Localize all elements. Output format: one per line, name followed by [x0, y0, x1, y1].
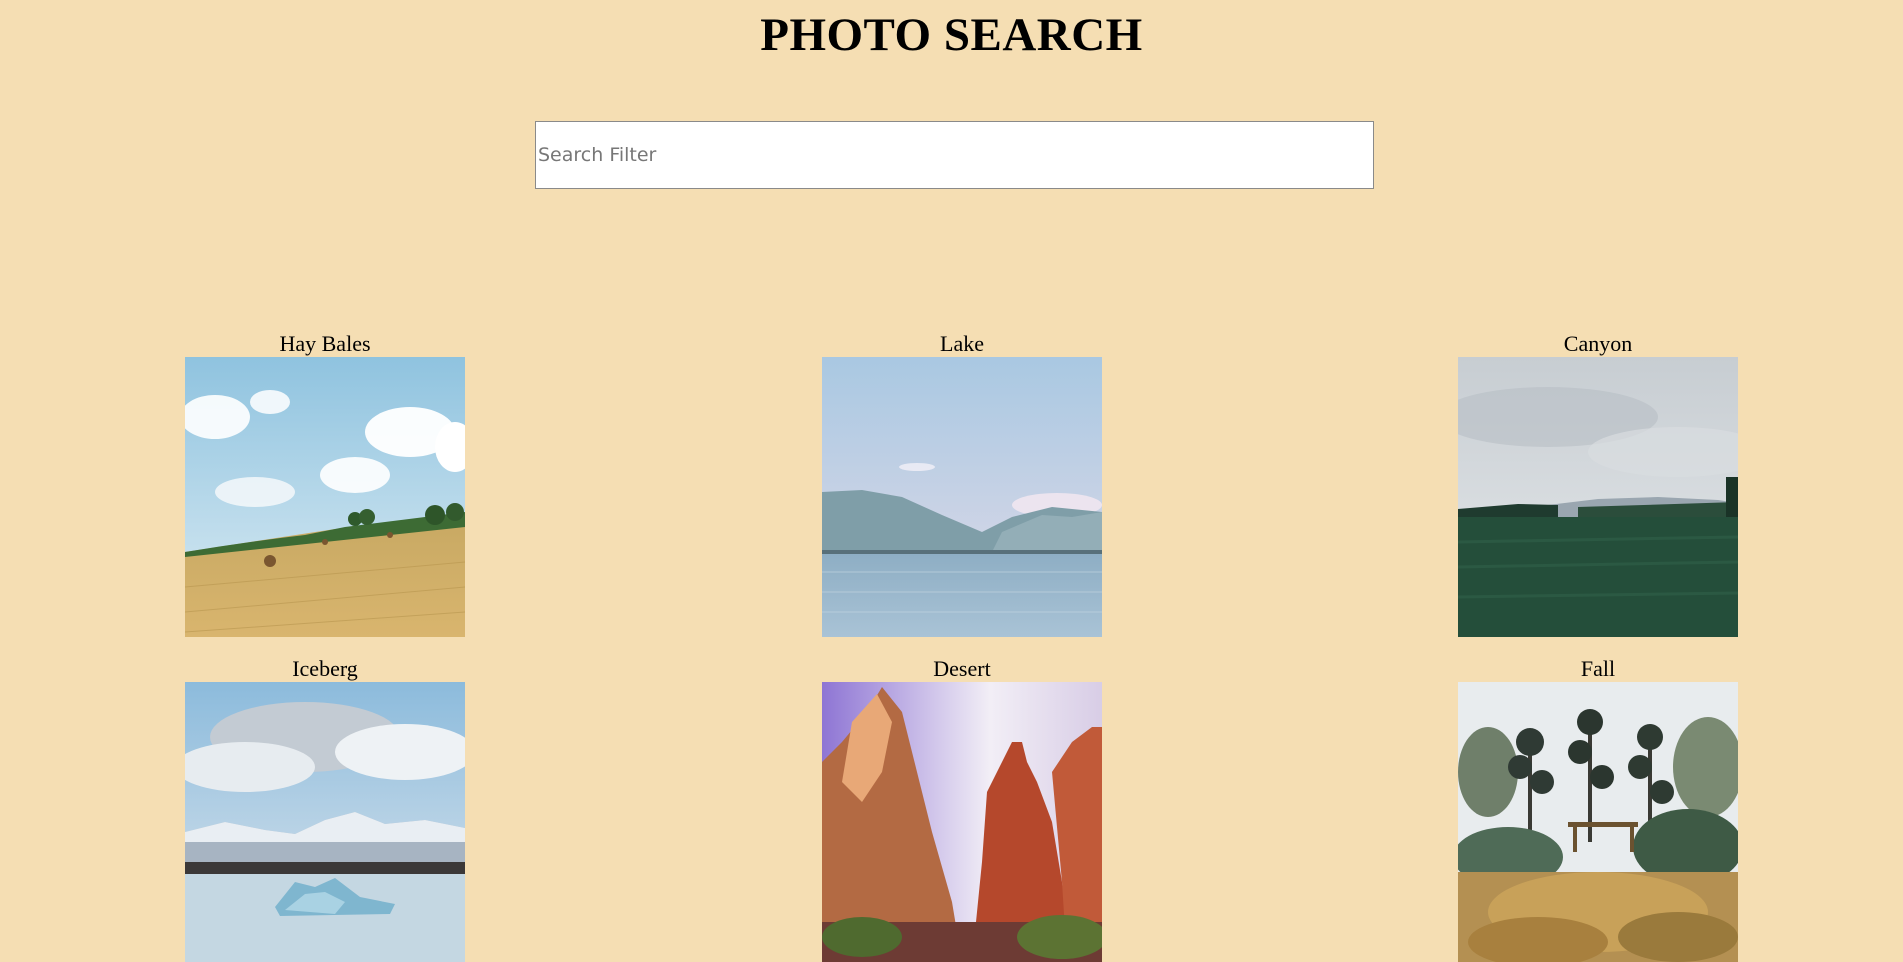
- photo-card-lake[interactable]: Lake: [822, 332, 1102, 637]
- desert-photo[interactable]: [822, 682, 1102, 962]
- photo-label: Lake: [940, 331, 984, 356]
- photo-label: Iceberg: [292, 656, 358, 681]
- photo-card-fall[interactable]: Fall: [1458, 657, 1738, 962]
- photo-label: Canyon: [1563, 331, 1633, 356]
- photo-label: Fall: [1580, 656, 1616, 681]
- lake-photo[interactable]: [822, 357, 1102, 637]
- photo-card-desert[interactable]: Desert: [822, 657, 1102, 962]
- photo-card-hay-bales[interactable]: Hay Bales: [185, 332, 465, 637]
- fall-photo[interactable]: [1458, 682, 1738, 962]
- iceberg-photo[interactable]: [185, 682, 465, 962]
- photo-label: Desert: [933, 656, 991, 681]
- hay-bales-photo[interactable]: [185, 357, 465, 637]
- canyon-photo[interactable]: [1458, 357, 1738, 637]
- photo-card-canyon[interactable]: Canyon: [1458, 332, 1738, 637]
- photo-card-iceberg[interactable]: Iceberg: [185, 657, 465, 962]
- search-input[interactable]: [535, 121, 1374, 189]
- photo-label: Hay Bales: [279, 331, 371, 356]
- page-title: PHOTO SEARCH: [760, 9, 1143, 61]
